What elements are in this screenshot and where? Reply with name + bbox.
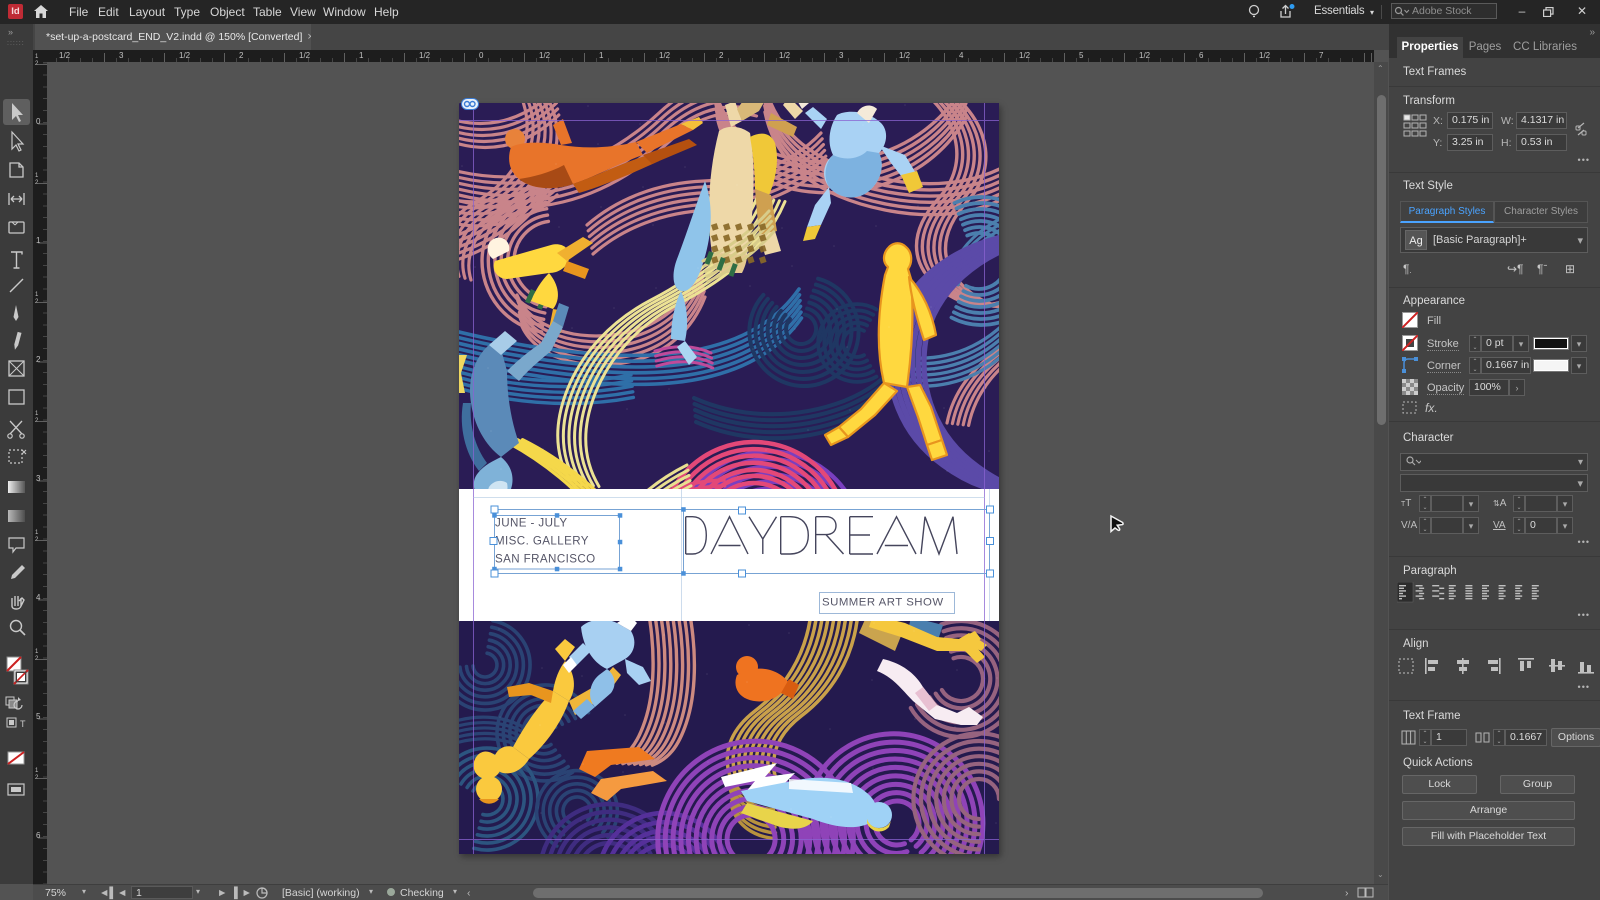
svg-text:JUNE - JULY: JUNE - JULY [495, 517, 567, 530]
svg-text:SUMMER ART SHOW: SUMMER ART SHOW [822, 597, 944, 609]
svg-text:T: T [20, 719, 26, 729]
svg-text:SAN FRANCISCO: SAN FRANCISCO [495, 553, 596, 566]
svg-text:MISC. GALLERY: MISC. GALLERY [495, 535, 589, 548]
